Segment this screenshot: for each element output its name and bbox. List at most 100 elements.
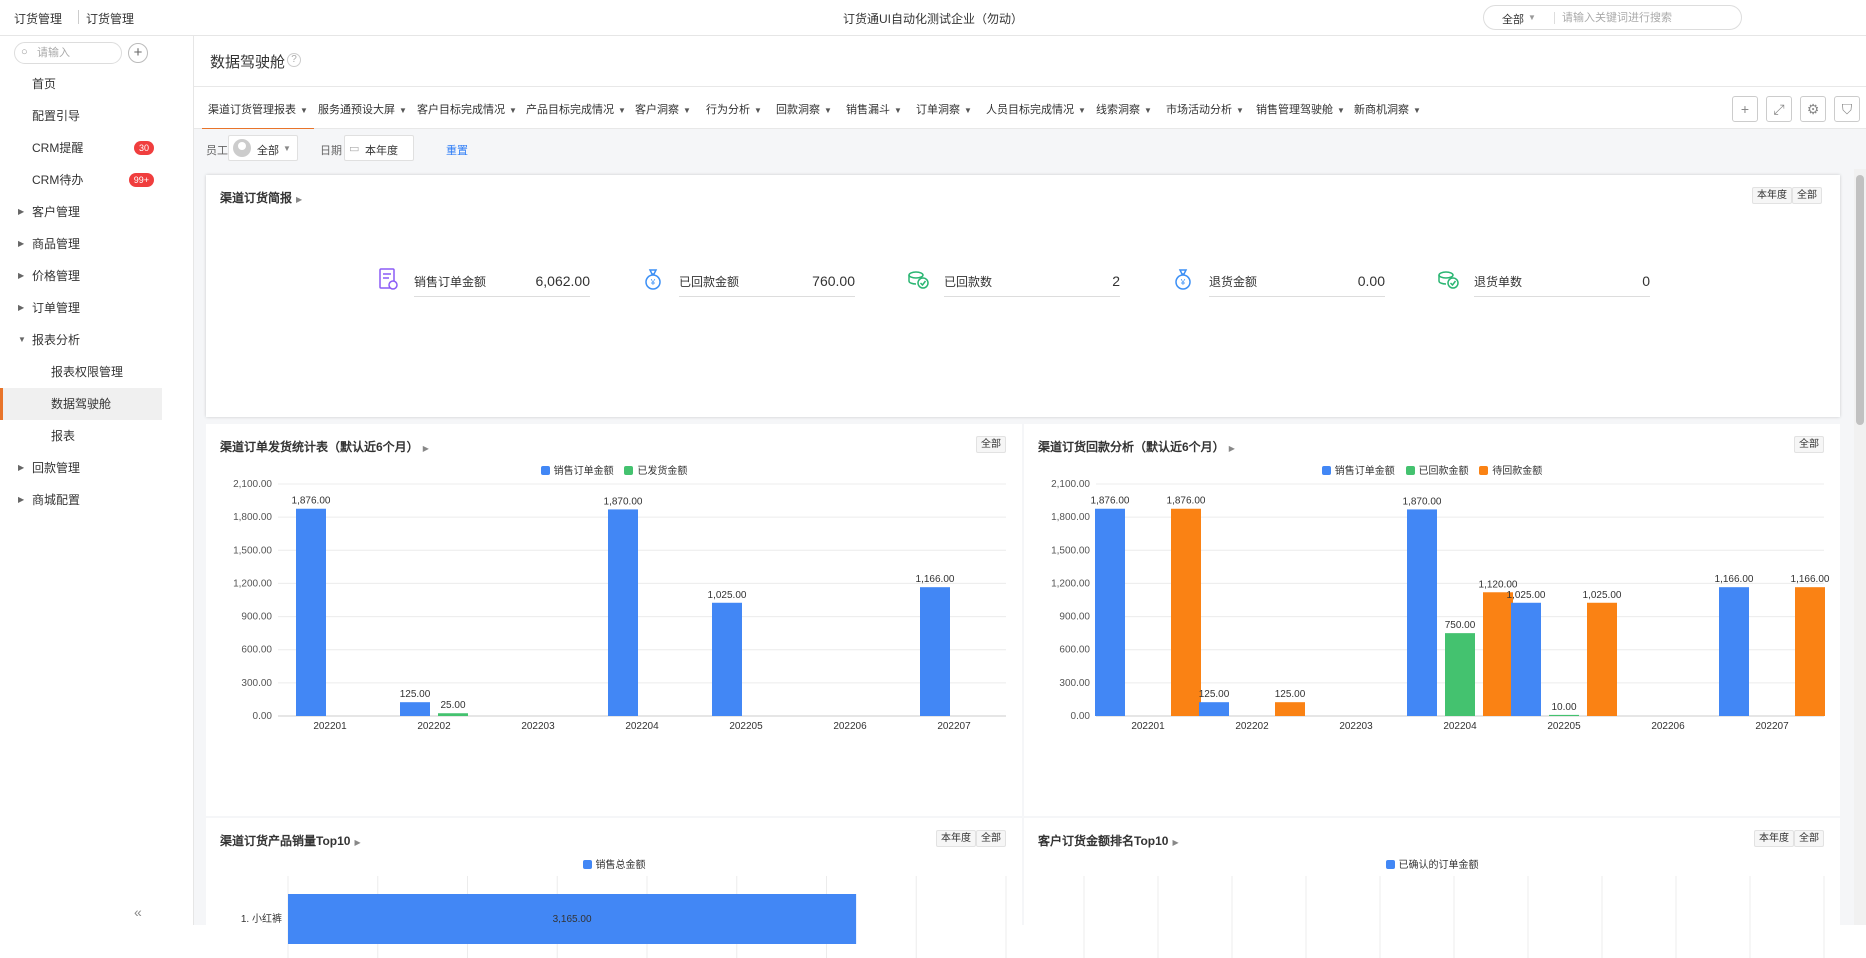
tab-product-goal[interactable]: 产品目标完成情况 ▼ [526,101,626,117]
all-chip[interactable]: 全部 [1792,187,1822,204]
data-label: 125.00 [400,689,431,700]
y-tick-label: 1. 小红裤 [241,912,282,925]
page-header: 数据驾驶舱 ? [194,36,1866,86]
caret-down-icon: ▼ [300,106,308,115]
tab-customer-goal[interactable]: 客户目标完成情况 ▼ [417,101,517,117]
caret-down-icon: ▼ [1236,106,1244,115]
data-label: 1,876.00 [1167,496,1206,507]
caret-right-icon: ▶ [18,303,25,312]
tab-sales-cockpit[interactable]: 销售管理驾驶舱 ▼ [1256,101,1345,117]
sidebar-item-setup-guide[interactable]: 配置引导 [0,100,162,132]
data-label: 1,870.00 [1403,496,1442,507]
caret-down-icon: ▼ [964,106,972,115]
year-chip[interactable]: 本年度 [1752,187,1792,204]
tab-label: 回款洞察 [776,104,820,116]
caret-down-icon: ▼ [1144,106,1152,115]
card-title[interactable]: 渠道订货简报 ▶ [220,189,302,206]
kpi-label: 退货金额 [1209,275,1258,289]
caret-down-icon: ▼ [18,335,26,344]
tab-customer-insight[interactable]: 客户洞察 ▼ [635,101,691,117]
caret-right-icon: ▶ [18,207,25,216]
x-tick-label: 202206 [1651,721,1685,732]
bar [1483,592,1513,716]
settings-button[interactable]: ⚙ [1800,96,1826,122]
bar [1275,702,1305,716]
tab-lead-insight[interactable]: 线索洞察 ▼ [1096,101,1152,117]
chevron-down-icon[interactable]: ▼ [1528,13,1536,22]
y-tick-label: 0.00 [253,711,273,722]
tab-marketing-analysis[interactable]: 市场活动分析 ▼ [1166,101,1244,117]
vertical-scrollbar[interactable] [1854,169,1866,925]
sidebar-item-crm-reminder[interactable]: CRM提醒 30 [0,132,162,164]
filter-bar: 员工 全部 ▼ 日期 ▭ 本年度 重置 [194,129,1866,169]
sidebar-item-mall-config[interactable]: ▶ 商城配置 [0,484,162,516]
add-icon[interactable]: + [128,43,148,63]
x-tick-label: 202204 [625,721,659,732]
date-filter-value: 本年度 [365,145,398,157]
search-scope-select[interactable]: 全部 [1502,11,1524,27]
collapse-sidebar-icon[interactable]: « [134,904,142,920]
sidebar-item-label: 数据驾驶舱 [51,397,112,411]
money-bag-icon: ¥ [1175,269,1191,290]
fullscreen-button[interactable]: ⤢ [1766,96,1792,122]
help-icon[interactable]: ? [287,53,301,67]
breadcrumb-current[interactable]: 订货管理 [86,10,134,27]
sidebar-search-input[interactable] [37,46,117,60]
sidebar-item-crm-todo[interactable]: CRM待办 99+ [0,164,162,196]
shield-button[interactable]: ⛉ [1834,96,1860,122]
tab-sales-funnel[interactable]: 销售漏斗 ▼ [846,101,902,117]
search-icon: ○ [21,46,28,58]
data-label: 125.00 [1275,689,1306,700]
order-doc-icon [379,268,398,290]
sidebar-item-report-permissions[interactable]: 报表权限管理 [0,356,162,388]
svg-text:¥: ¥ [650,278,656,287]
y-tick-label: 2,100.00 [233,479,272,490]
tab-payment-insight[interactable]: 回款洞察 ▼ [776,101,832,117]
sidebar-item-pricing[interactable]: ▶ 价格管理 [0,260,162,292]
y-tick-label: 300.00 [1059,678,1090,689]
top-products-bar-chart: 1. 小红裤 3,165.00 [241,876,1007,958]
payment-bar-chart: 0.00 300.00 600.00 900.00 1,200.00 1,500.00 1,… [1051,479,1830,732]
x-tick-label: 202206 [833,721,867,732]
tab-label: 新商机洞察 [1354,104,1409,116]
sidebar-item-label: CRM提醒 [32,141,84,155]
data-label: 1,876.00 [1091,496,1130,507]
breadcrumb-root[interactable]: 订货管理 [14,10,62,27]
sidebar-item-products[interactable]: ▶ 商品管理 [0,228,162,260]
tab-opportunity-insight[interactable]: 新商机洞察 ▼ [1354,101,1421,117]
sidebar-item-home[interactable]: 首页 [0,68,162,100]
bar [1549,714,1579,716]
sidebar-item-customers[interactable]: ▶ 客户管理 [0,196,162,228]
tab-channel-order-report[interactable]: 渠道订货管理报表 ▼ [202,101,314,130]
y-tick-label: 600.00 [1059,645,1090,656]
tab-order-insight[interactable]: 订单洞察 ▼ [916,101,972,117]
employee-filter-select[interactable]: 全部 ▼ [228,135,298,161]
sidebar-item-dashboard[interactable]: 数据驾驶舱 [0,388,162,420]
tab-behavior-analysis[interactable]: 行为分析 ▼ [706,101,762,117]
caret-right-icon: ▶ [18,495,25,504]
sidebar-item-payments[interactable]: ▶ 回款管理 [0,452,162,484]
sidebar-item-report-list[interactable]: 报表 [0,420,162,452]
kpi-value: 0.00 [1357,273,1385,289]
global-search-input[interactable] [1562,10,1732,26]
y-tick-label: 600.00 [241,645,272,656]
x-tick-label: 202202 [417,721,451,732]
tab-label: 销售漏斗 [846,104,890,116]
card-title-text: 渠道订货简报 [220,191,293,205]
tab-service-screen[interactable]: 服务通预设大屏 ▼ [318,101,407,117]
date-filter-select[interactable]: ▭ 本年度 [344,135,414,161]
bar [1511,602,1541,716]
coins-check-icon [1438,271,1459,289]
sidebar-item-label: CRM待办 [32,173,84,187]
data-label: 1,876.00 [292,496,331,507]
y-tick-label: 1,800.00 [233,512,272,523]
main-content: 数据驾驶舱 ? 渠道订货管理报表 ▼ 服务通预设大屏 ▼ 客户目标完成情况 ▼ 产品目… [194,36,1866,958]
caret-down-icon: ▼ [1337,106,1345,115]
reset-button[interactable]: 重置 [446,142,468,158]
sidebar-item-reports[interactable]: ▼ 报表分析 [0,324,162,356]
sidebar-item-orders[interactable]: ▶ 订单管理 [0,292,162,324]
scrollbar-thumb[interactable] [1856,175,1864,425]
add-chart-button[interactable]: + [1732,96,1758,122]
svg-text:¥: ¥ [1180,278,1186,287]
tab-staff-goal[interactable]: 人员目标完成情况 ▼ [986,101,1086,117]
